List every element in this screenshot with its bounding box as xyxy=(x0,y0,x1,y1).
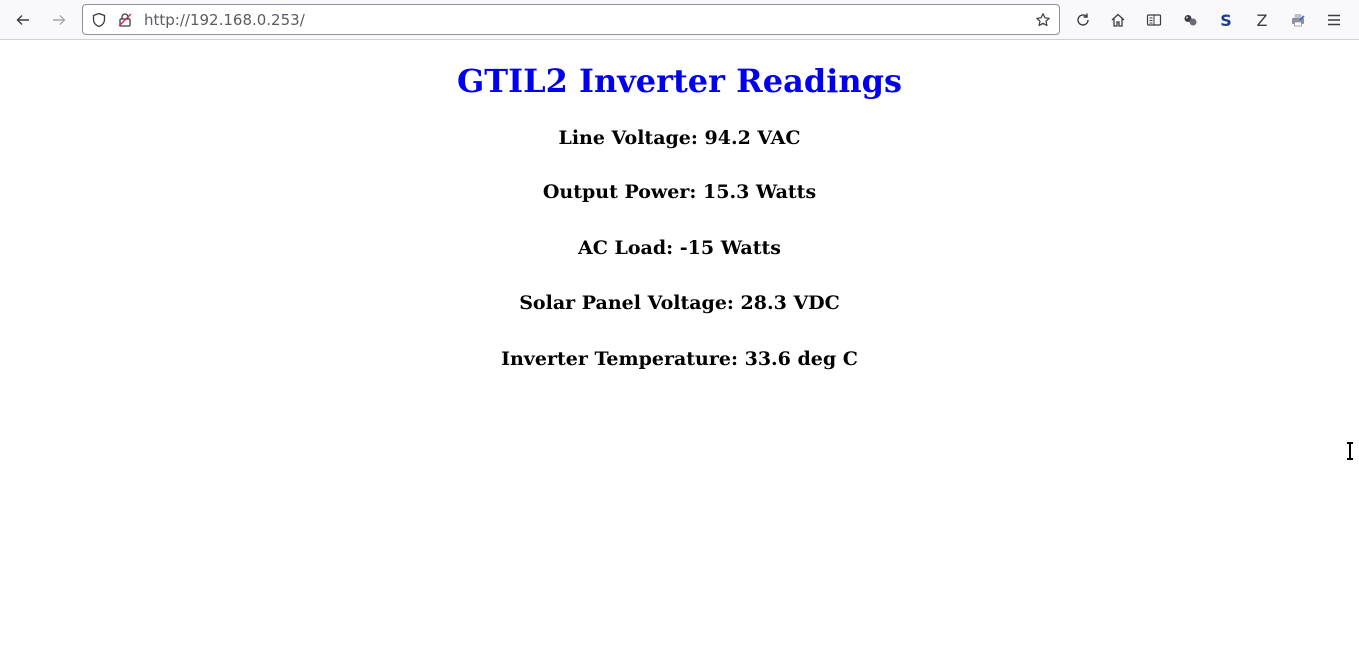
insecure-lock-icon[interactable] xyxy=(116,11,134,29)
text-cursor-icon xyxy=(1347,442,1353,460)
hamburger-menu-icon xyxy=(1328,14,1340,26)
home-button[interactable] xyxy=(1104,6,1132,34)
reload-button[interactable] xyxy=(1069,6,1097,34)
address-bar[interactable]: http://192.168.0.253/ xyxy=(82,4,1060,35)
extension-z-button[interactable]: Z xyxy=(1248,6,1276,34)
reload-icon xyxy=(1077,13,1089,26)
reader-view-button[interactable] xyxy=(1140,6,1168,34)
reading-solar-panel-voltage: Solar Panel Voltage: 28.3 VDC xyxy=(519,292,840,314)
extension-button[interactable] xyxy=(1176,6,1204,34)
reading-inverter-temperature: Inverter Temperature: 33.6 deg C xyxy=(501,348,858,370)
back-button[interactable] xyxy=(9,6,37,34)
url-text[interactable]: http://192.168.0.253/ xyxy=(144,10,305,30)
extension-s-button[interactable]: S xyxy=(1212,6,1240,34)
browser-toolbar: http://192.168.0.253/ S Z xyxy=(0,0,1359,40)
extension-balls-icon xyxy=(1184,15,1197,26)
page-title: GTIL2 Inverter Readings xyxy=(456,62,903,100)
extension-printer-button[interactable] xyxy=(1284,6,1312,34)
shield-icon[interactable] xyxy=(90,11,108,29)
forward-button[interactable] xyxy=(45,6,73,34)
back-arrow-icon xyxy=(16,15,29,25)
reading-output-power: Output Power: 15.3 Watts xyxy=(542,181,817,203)
home-icon xyxy=(1111,13,1125,27)
printer-icon xyxy=(1292,14,1305,27)
menu-button[interactable] xyxy=(1320,6,1348,34)
forward-arrow-icon xyxy=(53,15,66,25)
reading-ac-load: AC Load: -15 Watts xyxy=(578,237,781,259)
reader-view-icon xyxy=(1146,14,1162,26)
page-content: GTIL2 Inverter Readings Line Voltage: 94… xyxy=(0,40,1359,655)
reading-line-voltage: Line Voltage: 94.2 VAC xyxy=(558,127,801,149)
bookmark-star-icon[interactable] xyxy=(1034,11,1052,29)
